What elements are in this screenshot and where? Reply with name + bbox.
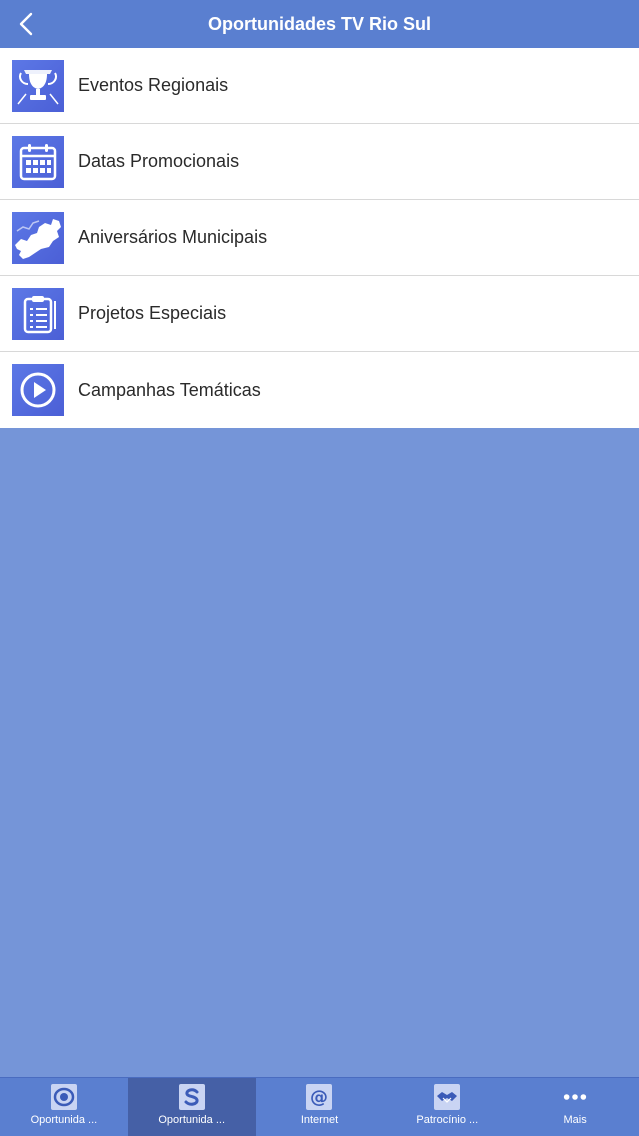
list-item-datas-promocionais[interactable]: Datas Promocionais xyxy=(0,124,639,200)
list-item-eventos-regionais[interactable]: Eventos Regionais xyxy=(0,48,639,124)
tab-mais[interactable]: Mais xyxy=(511,1078,639,1136)
tab-internet[interactable]: @ Internet xyxy=(256,1078,384,1136)
tab-label: Mais xyxy=(563,1114,587,1126)
trophy-icon xyxy=(12,59,64,112)
tab-label: Internet xyxy=(300,1114,339,1126)
list-item-label: Aniversários Municipais xyxy=(78,227,268,247)
tab-bar: Oportunida ... Oportunida ... @ Internet… xyxy=(0,1077,639,1136)
more-icon xyxy=(562,1084,588,1110)
menu-list: Eventos Regionais Datas Promocionais Ani… xyxy=(0,48,639,428)
navigation-bar: Oportunidades TV Rio Sul xyxy=(0,0,639,48)
tab-oportunidades-rio-sul[interactable]: Oportunida ... xyxy=(127,1078,256,1136)
list-item-label: Projetos Especiais xyxy=(78,303,227,323)
play-icon xyxy=(12,364,64,416)
map-icon xyxy=(12,211,64,264)
handshake-icon xyxy=(434,1084,461,1110)
tv-logo-icon xyxy=(50,1084,77,1110)
clipboard-icon xyxy=(12,287,64,340)
list-item-label: Campanhas Temáticas xyxy=(78,379,261,400)
tab-label: Oportunida ... xyxy=(158,1114,226,1126)
tab-patrocinio[interactable]: Patrocínio ... xyxy=(383,1078,511,1136)
calendar-icon xyxy=(12,135,64,188)
list-item-label: Datas Promocionais xyxy=(78,151,240,171)
list-item-label: Eventos Regionais xyxy=(78,75,229,95)
page-title: Oportunidades TV Rio Sul xyxy=(207,14,431,34)
at-icon: @ xyxy=(306,1084,333,1110)
list-item-campanhas-tematicas[interactable]: Campanhas Temáticas xyxy=(0,352,639,428)
list-item-aniversarios-municipais[interactable]: Aniversários Municipais xyxy=(0,200,639,276)
list-item-projetos-especiais[interactable]: Projetos Especiais xyxy=(0,276,639,352)
tab-label: Oportunida ... xyxy=(30,1114,98,1126)
s-logo-icon xyxy=(178,1084,205,1110)
svg-text:@: @ xyxy=(310,1087,328,1108)
tab-oportunidades-tv[interactable]: Oportunida ... xyxy=(0,1078,128,1136)
tab-label: Patrocínio ... xyxy=(416,1114,479,1126)
